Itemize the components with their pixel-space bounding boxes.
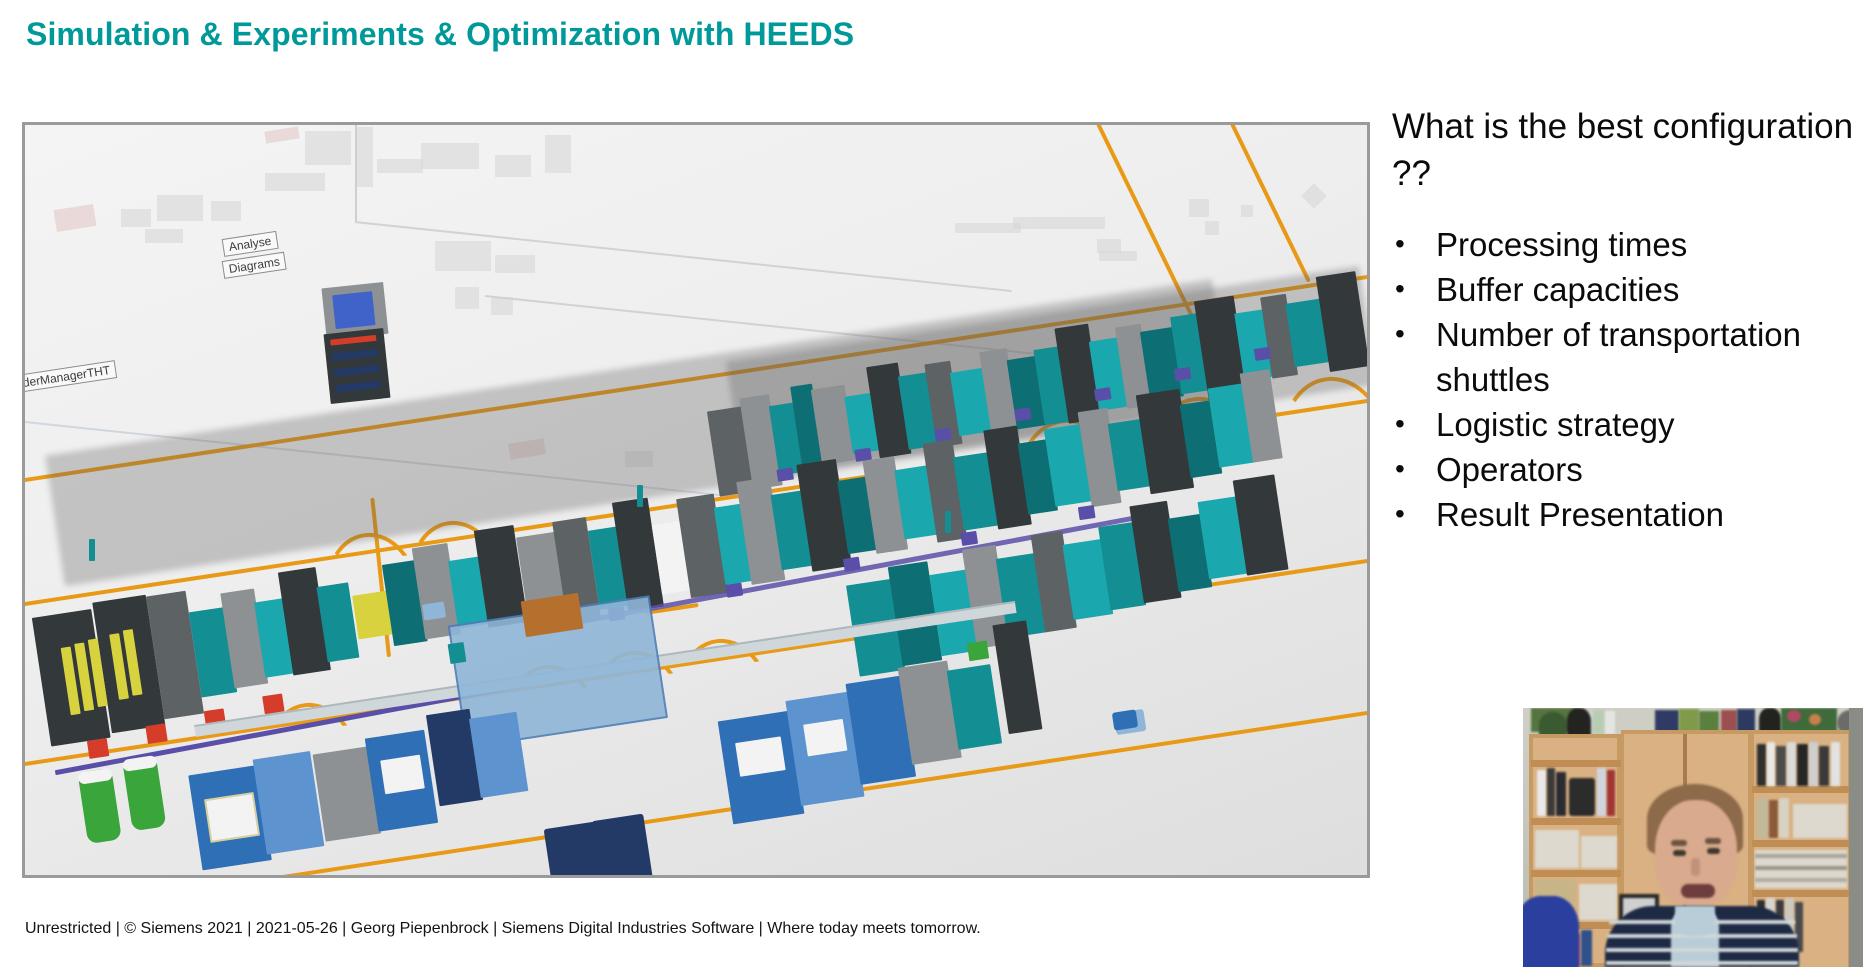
list-item: Buffer capacities (1392, 266, 1860, 312)
question-text: What is the best configuration ?? (1392, 107, 1854, 193)
page-title: Simulation & Experiments & Optimization … (26, 16, 855, 52)
simulation-scene: derManagerTHT Analyse Diagrams (25, 125, 1367, 875)
list-item: Number of transportation shuttles (1392, 311, 1860, 402)
bullet-list: Processing times Buffer capacities Numbe… (1392, 221, 1860, 538)
list-item: Result Presentation (1392, 491, 1860, 537)
list-item: Operators (1392, 446, 1860, 492)
presenter-video-tile[interactable] (1523, 708, 1863, 967)
list-item: Processing times (1392, 221, 1860, 267)
list-item: Logistic strategy (1392, 401, 1860, 447)
simulation-figure: derManagerTHT Analyse Diagrams (22, 122, 1370, 878)
slide-footer: Unrestricted | © Siemens 2021 | 2021-05-… (25, 920, 981, 937)
sim-label-order-manager: derManagerTHT (25, 360, 118, 393)
